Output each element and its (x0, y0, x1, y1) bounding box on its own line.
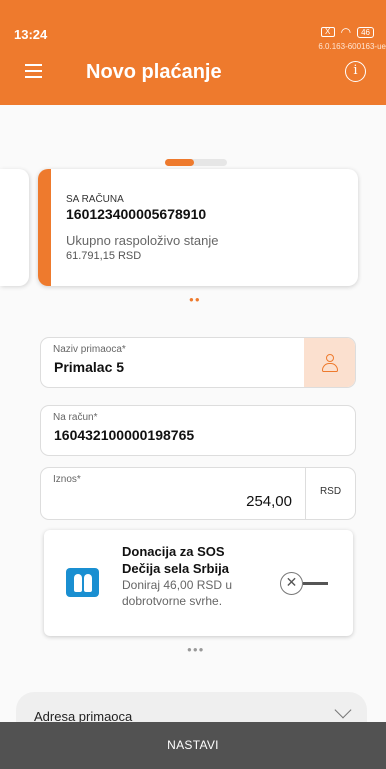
menu-icon[interactable] (25, 64, 42, 78)
status-icons: X ◠ 46 (320, 25, 374, 39)
amount-value[interactable]: 254,00 (246, 493, 292, 510)
amount-label: Iznos* (53, 474, 81, 485)
continue-button[interactable]: NASTAVI (0, 722, 386, 769)
page-indicator-active (165, 159, 194, 166)
card-accent (38, 169, 51, 286)
account-label: SA RAČUNA (66, 194, 124, 205)
card-carousel-dots: ●● (189, 295, 201, 304)
donation-carousel-dots: ●●● (187, 645, 205, 654)
content: SA RAČUNA 160123400005678910 Ukupno rasp… (0, 105, 386, 769)
info-icon[interactable]: i (345, 61, 366, 82)
recipient-account-label: Na račun* (53, 412, 98, 423)
battery-icon: 46 (357, 26, 374, 38)
amount-field[interactable]: Iznos* 254,00 RSD (40, 467, 356, 520)
page-indicator (165, 159, 227, 166)
app-version: 6.0.163-600163-ue (318, 42, 386, 51)
balance-value: 61.791,15 RSD (66, 250, 142, 262)
app-header: 13:24 X ◠ 46 6.0.163-600163-ue Novo plać… (0, 0, 386, 105)
balance-label: Ukupno raspoloživo stanje (66, 233, 219, 248)
previous-account-card[interactable] (0, 169, 29, 286)
source-account-card[interactable]: SA RAČUNA 160123400005678910 Ukupno rasp… (38, 169, 358, 286)
currency-selector[interactable]: RSD (305, 468, 355, 519)
person-icon (321, 353, 339, 372)
recipient-name-label: Naziv primaoca* (53, 344, 126, 355)
sos-logo-icon (66, 568, 99, 597)
recipient-name-value[interactable]: Primalac 5 (54, 359, 124, 375)
page-title: Novo plaćanje (86, 61, 222, 83)
recipient-name-field[interactable]: Naziv primaoca* Primalac 5 (40, 337, 356, 388)
donation-title: Donacija za SOS Dečija sela Srbija (122, 544, 229, 576)
donation-subtitle: Doniraj 46,00 RSD u dobrotvorne svrhe. (122, 578, 233, 608)
account-number: 160123400005678910 (66, 206, 207, 222)
status-time: 13:24 (14, 27, 48, 42)
recipient-account-field[interactable]: Na račun* 160432100000198765 (40, 405, 356, 456)
chevron-down-icon[interactable] (334, 701, 352, 719)
donation-toggle-icon[interactable]: ✕ (280, 572, 338, 596)
wifi-icon: ◠ (340, 25, 352, 39)
sim-icon: X (320, 27, 335, 37)
donation-card[interactable]: Donacija za SOS Dečija sela Srbija Donir… (44, 530, 353, 636)
contacts-button[interactable] (304, 338, 355, 387)
recipient-account-value[interactable]: 160432100000198765 (54, 427, 194, 443)
